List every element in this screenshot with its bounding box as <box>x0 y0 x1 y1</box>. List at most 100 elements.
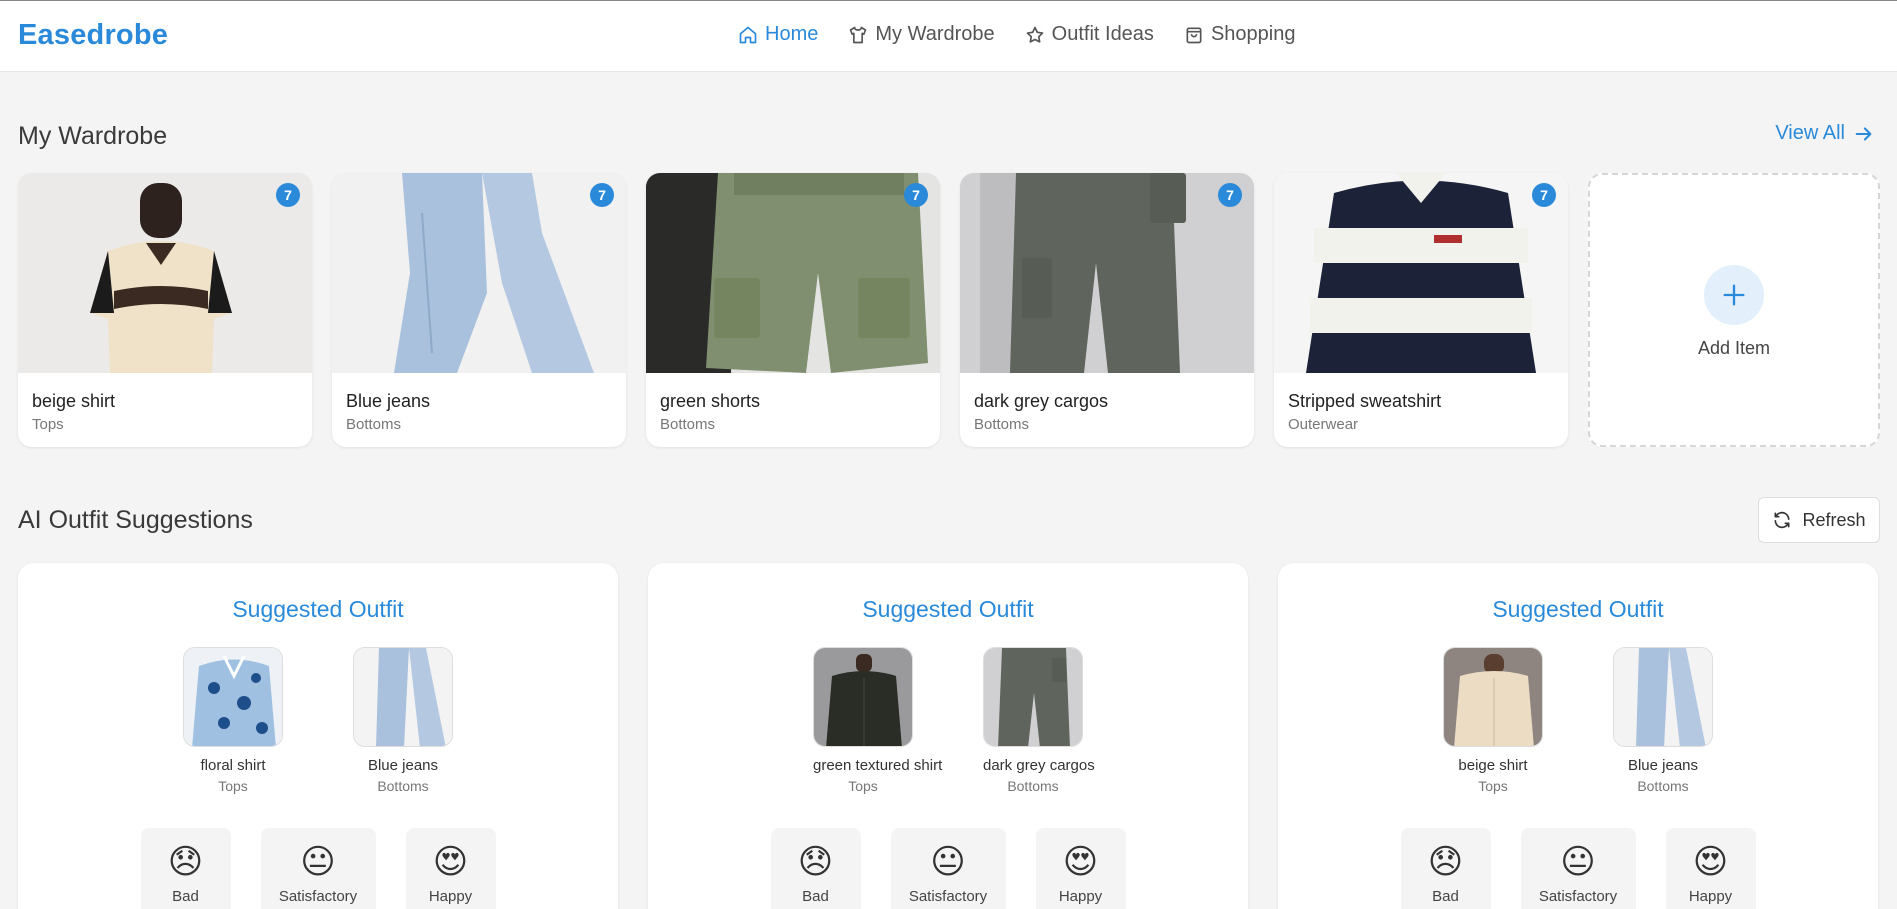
outfit-item-name: floral shirt <box>200 757 266 774</box>
outfit-items: floral shirt Tops Blue jeans Bottoms <box>18 647 618 794</box>
rate-label: Bad <box>1432 888 1459 905</box>
rate-happy-button[interactable]: 😍 Happy <box>1035 828 1126 909</box>
refresh-label: Refresh <box>1802 509 1866 530</box>
item-name: Blue jeans <box>346 391 431 411</box>
outfit-item[interactable]: dark grey cargos Bottoms <box>983 647 1095 794</box>
nav-home[interactable]: Home <box>738 23 818 46</box>
wardrobe-card[interactable]: 7 beige shirt Tops <box>18 173 312 447</box>
rate-bad-button[interactable]: 😞 Bad <box>140 828 231 909</box>
wardrobe-card[interactable]: 7 Blue jeans Bottoms <box>332 173 626 447</box>
refresh-icon <box>1774 511 1790 529</box>
star-icon <box>1026 26 1043 43</box>
bag-icon <box>1186 27 1202 43</box>
wardrobe-card[interactable]: 7 green shorts Bottoms <box>646 173 940 447</box>
rate-happy-button[interactable]: 😍 Happy <box>1665 828 1756 909</box>
wardrobe-card[interactable]: 7 Stripped sweatshirt Outerwear <box>1274 173 1568 447</box>
rating-options: 😞 Bad 😐 Satisfactory 😍 Happy <box>648 828 1248 909</box>
rate-satisfactory-button[interactable]: 😐 Satisfactory <box>260 828 376 909</box>
item-name: green shorts <box>660 391 761 411</box>
outfit-card: Suggested Outfit green textured shirt To… <box>648 563 1248 909</box>
outfit-card: Suggested Outfit floral shirt Tops Blue … <box>18 563 618 909</box>
item-category: Bottoms <box>974 416 1030 433</box>
outfit-item[interactable]: Blue jeans Bottoms <box>1613 647 1713 794</box>
neutral-face-icon: 😐 <box>300 843 336 881</box>
dark-grey-cargos-photo <box>960 173 1254 373</box>
item-count-badge: 7 <box>1532 183 1556 207</box>
outfit-title: Suggested Outfit <box>862 596 1034 622</box>
item-image: 7 <box>18 173 312 373</box>
outfit-item[interactable]: Blue jeans Bottoms <box>353 647 453 794</box>
rating-options: 😞 Bad 😐 Satisfactory 😍 Happy <box>1278 828 1878 909</box>
item-category: Bottoms <box>346 416 402 433</box>
item-count-badge: 7 <box>276 183 300 207</box>
rate-label: Happy <box>428 888 473 905</box>
rate-label: Satisfactory <box>908 888 988 905</box>
outfit-item-thumbnail <box>183 647 283 747</box>
item-image: 7 <box>646 173 940 373</box>
blue-jeans-photo <box>332 173 626 373</box>
rate-happy-button[interactable]: 😍 Happy <box>405 828 496 909</box>
rate-bad-button[interactable]: 😞 Bad <box>770 828 861 909</box>
outfit-item-category: Bottoms <box>1637 778 1689 794</box>
sad-face-icon: 😞 <box>1427 843 1464 881</box>
view-all-link[interactable]: View All <box>1775 122 1875 145</box>
neutral-face-icon: 😐 <box>1560 843 1596 881</box>
top-navbar: Easedrobe Home My Wardrobe Outfit Ideas … <box>0 0 1897 72</box>
shirt-icon <box>850 26 867 43</box>
outfit-suggestions-grid: Suggested Outfit floral shirt Tops Blue … <box>18 563 1878 909</box>
item-name: dark grey cargos <box>974 391 1109 411</box>
nav-my-wardrobe[interactable]: My Wardrobe <box>848 23 995 46</box>
add-item-card[interactable]: Add Item <box>1588 173 1880 447</box>
heart-eyes-icon: 😍 <box>1062 843 1099 881</box>
outfit-item-category: Tops <box>848 778 878 794</box>
outfit-item-name: dark grey cargos <box>983 757 1095 774</box>
outfit-item[interactable]: floral shirt Tops <box>183 647 283 794</box>
outfit-item-thumbnail <box>813 647 913 747</box>
add-item-label: Add Item <box>1697 338 1771 358</box>
rate-label: Satisfactory <box>278 888 358 905</box>
beige-shirt-photo <box>18 173 312 373</box>
main-nav: Home My Wardrobe Outfit Ideas Shopping <box>738 23 1295 46</box>
outfit-item-thumbnail <box>983 647 1083 747</box>
item-image: 7 <box>1274 173 1568 373</box>
add-circle <box>1704 265 1764 325</box>
outfit-item-category: Tops <box>1478 778 1508 794</box>
plus-icon <box>1723 284 1745 306</box>
outfit-item-thumbnail <box>1613 647 1713 747</box>
item-count-badge: 7 <box>590 183 614 207</box>
outfit-items: green textured shirt Tops dark grey carg… <box>648 647 1248 794</box>
sad-face-icon: 😞 <box>167 843 204 881</box>
green-shorts-photo <box>646 173 940 373</box>
outfit-card: Suggested Outfit beige shirt Tops Blue j… <box>1278 563 1878 909</box>
outfit-item[interactable]: green textured shirt Tops <box>813 647 943 794</box>
nav-outfit-ideas[interactable]: Outfit Ideas <box>1025 23 1154 46</box>
refresh-button[interactable]: Refresh <box>1758 497 1880 543</box>
rating-options: 😞 Bad 😐 Satisfactory 😍 Happy <box>18 828 618 909</box>
nav-home-label: Home <box>765 23 819 45</box>
outfit-item-category: Bottoms <box>377 778 429 794</box>
home-icon <box>739 26 757 43</box>
outfit-item-name: Blue jeans <box>367 757 439 774</box>
rate-bad-button[interactable]: 😞 Bad <box>1400 828 1491 909</box>
outfit-item-name: green textured shirt <box>813 757 943 774</box>
rate-satisfactory-button[interactable]: 😐 Satisfactory <box>890 828 1006 909</box>
rate-label: Bad <box>802 888 829 905</box>
wardrobe-card[interactable]: 7 dark grey cargos Bottoms <box>960 173 1254 447</box>
outfit-item-name: Blue jeans <box>1627 757 1699 774</box>
outfit-title: Suggested Outfit <box>1492 596 1664 622</box>
nav-shopping[interactable]: Shopping <box>1184 23 1295 46</box>
outfit-item[interactable]: beige shirt Tops <box>1443 647 1543 794</box>
rate-label: Bad <box>172 888 199 905</box>
item-name: beige shirt <box>32 391 116 411</box>
rate-label: Happy <box>1688 888 1733 905</box>
app-logo[interactable]: Easedrobe <box>18 19 168 52</box>
wardrobe-section-title: My Wardrobe <box>18 122 168 150</box>
outfit-item-category: Tops <box>218 778 248 794</box>
heart-eyes-icon: 😍 <box>1692 843 1729 881</box>
view-all-label: View All <box>1775 122 1845 144</box>
item-name: Stripped sweatshirt <box>1288 391 1442 411</box>
heart-eyes-icon: 😍 <box>432 843 469 881</box>
outfit-item-name: beige shirt <box>1458 757 1528 774</box>
arrow-right-icon <box>1855 126 1872 141</box>
rate-satisfactory-button[interactable]: 😐 Satisfactory <box>1520 828 1636 909</box>
